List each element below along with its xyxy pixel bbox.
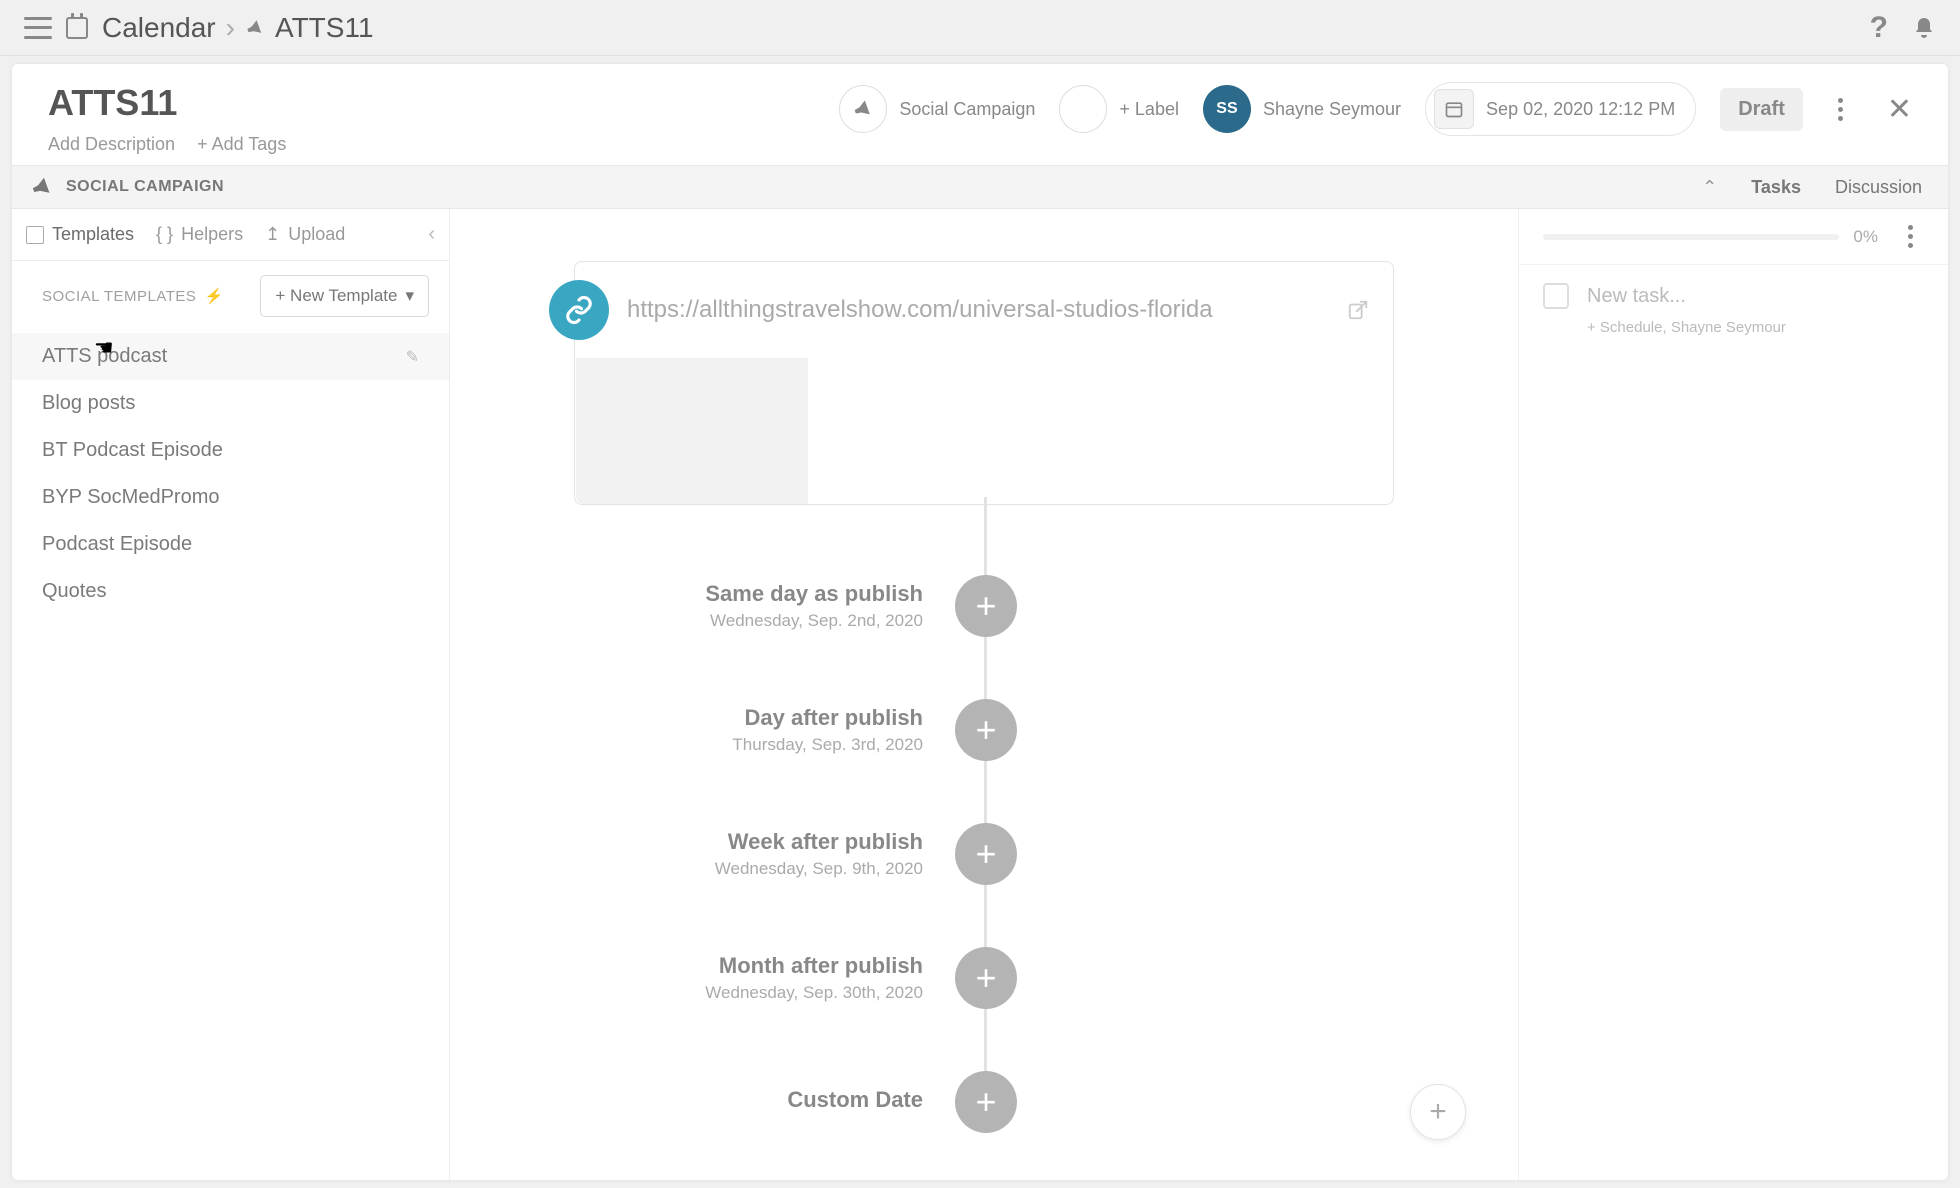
- upload-icon: ↥: [265, 224, 280, 245]
- tab-templates[interactable]: Templates: [26, 224, 134, 245]
- slot-date: Wednesday, Sep. 9th, 2020: [574, 859, 923, 879]
- floating-add-button[interactable]: +: [1410, 1084, 1466, 1140]
- slot-title: Custom Date: [574, 1087, 923, 1113]
- template-item[interactable]: ATTS podcast ✎: [12, 333, 449, 380]
- owner-pill[interactable]: SS Shayne Seymour: [1203, 85, 1401, 133]
- template-item[interactable]: BT Podcast Episode: [12, 427, 449, 474]
- page-title[interactable]: ATTS11: [48, 82, 286, 124]
- schedule-date-pill[interactable]: Sep 02, 2020 12:12 PM: [1425, 82, 1696, 136]
- task-progress-percent: 0%: [1853, 227, 1878, 247]
- project-type-label: Social Campaign: [899, 99, 1035, 120]
- slot-date: Thursday, Sep. 3rd, 2020: [574, 735, 923, 755]
- close-button[interactable]: ✕: [1879, 92, 1920, 127]
- owner-name: Shayne Seymour: [1263, 99, 1401, 120]
- tab-upload[interactable]: ↥ Upload: [265, 224, 345, 245]
- breadcrumb: Calendar › ATTS11: [102, 12, 374, 44]
- breadcrumb-current[interactable]: ATTS11: [275, 12, 374, 44]
- help-icon[interactable]: ?: [1870, 11, 1888, 45]
- slot-title: Same day as publish: [574, 581, 923, 607]
- attachment-url: https://allthingstravelshow.com/universa…: [627, 296, 1329, 324]
- tasks-more-menu[interactable]: [1896, 225, 1924, 248]
- caret-down-icon: ▾: [405, 286, 414, 306]
- task-progress-bar: [1543, 234, 1839, 240]
- project-type-pill[interactable]: Social Campaign: [839, 85, 1035, 133]
- template-item[interactable]: BYP SocMedPromo: [12, 474, 449, 521]
- slot-title: Month after publish: [574, 953, 923, 979]
- more-menu-button[interactable]: [1827, 98, 1855, 121]
- calendar-icon: [1434, 89, 1474, 129]
- bolt-icon: ⚡: [204, 287, 223, 305]
- tab-helpers[interactable]: { } Helpers: [156, 224, 243, 245]
- megaphone-icon: [27, 172, 58, 203]
- new-task-input[interactable]: New task...: [1587, 285, 1686, 308]
- section-title: SOCIAL CAMPAIGN: [66, 178, 224, 196]
- bell-icon[interactable]: [1912, 16, 1936, 40]
- slot-title: Day after publish: [574, 705, 923, 731]
- open-external-icon[interactable]: [1347, 299, 1369, 321]
- megaphone-icon: [242, 15, 268, 41]
- collapse-panel-icon[interactable]: ‹: [428, 223, 435, 246]
- avatar: SS: [1203, 85, 1251, 133]
- link-icon: [549, 280, 609, 340]
- slot-title: Week after publish: [574, 829, 923, 855]
- schedule-date-text: Sep 02, 2020 12:12 PM: [1486, 99, 1675, 120]
- label-icon: [1059, 85, 1107, 133]
- template-item[interactable]: Podcast Episode: [12, 521, 449, 568]
- slot-date: Wednesday, Sep. 2nd, 2020: [574, 611, 923, 631]
- tab-tasks[interactable]: Tasks: [1751, 177, 1801, 198]
- braces-icon: { }: [156, 224, 173, 245]
- add-slot-button[interactable]: +: [955, 947, 1017, 1009]
- template-item[interactable]: Quotes: [12, 568, 449, 615]
- status-badge[interactable]: Draft: [1720, 88, 1803, 131]
- grid-icon: [26, 226, 44, 244]
- slot-date: Wednesday, Sep. 30th, 2020: [574, 983, 923, 1003]
- collapse-icon[interactable]: ⌃: [1702, 177, 1717, 198]
- breadcrumb-root[interactable]: Calendar: [102, 12, 216, 44]
- social-templates-heading: SOCIAL TEMPLATES: [42, 288, 196, 305]
- chevron-right-icon: ›: [226, 12, 235, 44]
- add-tags-link[interactable]: + Add Tags: [197, 134, 286, 155]
- calendar-icon: [66, 17, 88, 39]
- attachment-card[interactable]: https://allthingstravelshow.com/universa…: [574, 261, 1394, 505]
- add-slot-button[interactable]: +: [955, 823, 1017, 885]
- megaphone-icon: [839, 85, 887, 133]
- add-label-pill[interactable]: + Label: [1059, 85, 1179, 133]
- add-description-link[interactable]: Add Description: [48, 134, 175, 155]
- add-slot-button[interactable]: +: [955, 575, 1017, 637]
- tab-discussion[interactable]: Discussion: [1835, 177, 1922, 198]
- add-slot-button[interactable]: +: [955, 1071, 1017, 1133]
- preview-thumbnail: [576, 358, 808, 504]
- add-slot-button[interactable]: +: [955, 699, 1017, 761]
- new-template-button[interactable]: + New Template ▾: [260, 275, 429, 317]
- task-owner[interactable]: Shayne Seymour: [1671, 319, 1786, 336]
- hamburger-menu[interactable]: [24, 17, 52, 39]
- template-item[interactable]: Blog posts: [12, 380, 449, 427]
- pencil-icon[interactable]: ✎: [406, 347, 419, 367]
- task-checkbox[interactable]: [1543, 283, 1569, 309]
- task-schedule-link[interactable]: + Schedule,: [1587, 319, 1667, 336]
